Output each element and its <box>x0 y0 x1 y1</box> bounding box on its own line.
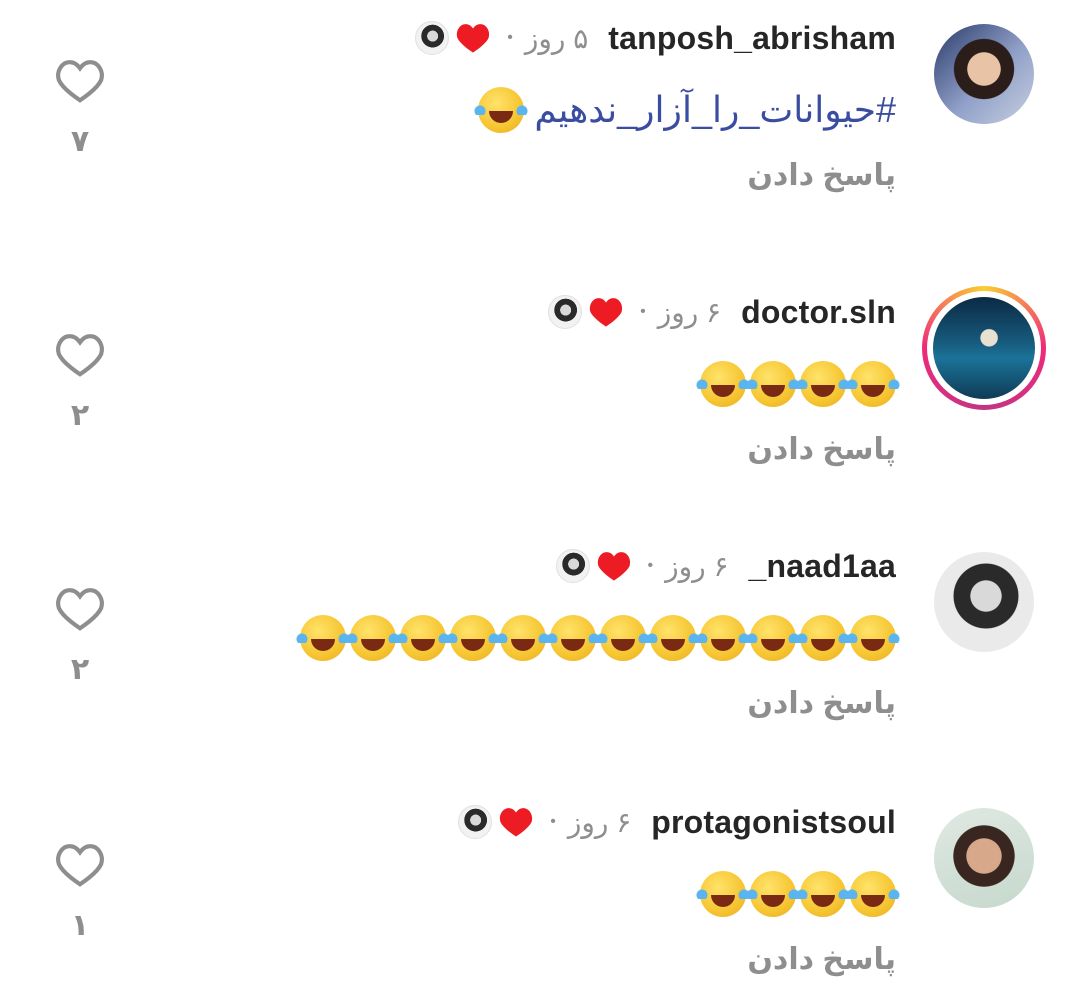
face-with-tears-of-joy-icon <box>296 615 350 661</box>
username[interactable]: tanposh_abrisham <box>608 20 896 57</box>
timestamp: ۶ روز <box>657 296 722 328</box>
heart-outline-icon[interactable] <box>54 58 106 104</box>
author-liked-badge <box>548 295 624 329</box>
separator-dot: • <box>647 557 654 574</box>
face-with-tears-of-joy-icon <box>796 871 850 917</box>
author-avatar <box>458 805 493 839</box>
reply-button[interactable]: پاسخ دادن <box>747 686 896 721</box>
username[interactable]: _naad1aa <box>749 548 896 585</box>
author-liked-badge <box>458 805 534 839</box>
avatar[interactable] <box>934 24 1034 124</box>
comment-meta: ۶ روز • <box>640 296 721 329</box>
heart-outline-icon[interactable] <box>54 586 106 632</box>
like-column: ۷ <box>52 58 108 159</box>
comment-item: _naad1aa ۶ روز • پاسخ دادن ۲ <box>0 528 1080 778</box>
comment-header: _naad1aa ۶ روز • <box>555 546 896 586</box>
comment-text <box>696 354 900 414</box>
comment-text: #حیوانات_را_آزار_ندهیم <box>474 80 896 140</box>
reply-button[interactable]: پاسخ دادن <box>747 942 896 977</box>
emoji-row <box>696 871 900 917</box>
like-column: ۲ <box>52 586 108 687</box>
like-count: ۲ <box>70 653 90 686</box>
comment-item: protagonistsoul ۶ روز • پاسخ دادن ۱ <box>0 784 1080 989</box>
face-with-tears-of-joy-icon <box>846 871 900 917</box>
comment-meta: ۶ روز • <box>550 806 631 839</box>
avatar-with-story-ring[interactable] <box>922 286 1046 410</box>
face-with-tears-of-joy-icon <box>846 615 900 661</box>
author-avatar <box>548 295 583 329</box>
username[interactable]: doctor.sln <box>741 294 896 331</box>
separator-dot: • <box>507 29 513 46</box>
face-with-tears-of-joy-icon <box>746 361 800 407</box>
avatar[interactable] <box>934 808 1034 908</box>
face-with-tears-of-joy-icon <box>846 361 900 407</box>
username[interactable]: protagonistsoul <box>651 804 896 841</box>
like-count: ۲ <box>70 399 90 432</box>
face-with-tears-of-joy-icon <box>646 615 700 661</box>
like-count: ۷ <box>70 125 90 158</box>
heart-outline-icon[interactable] <box>54 332 106 378</box>
emoji-row <box>696 361 900 407</box>
comment-item: tanposh_abrisham ۵ روز • #حیوانات_را_آزا… <box>0 0 1080 250</box>
comment-meta: ۵ روز • <box>507 22 588 55</box>
face-with-tears-of-joy-icon <box>696 361 750 407</box>
face-with-tears-of-joy-icon <box>796 361 850 407</box>
face-with-tears-of-joy-icon <box>696 871 750 917</box>
author-liked-badge <box>415 21 491 55</box>
red-heart-icon <box>500 808 533 837</box>
like-column: ۱ <box>52 842 108 943</box>
timestamp: ۶ روز <box>665 550 729 582</box>
comment-header: tanposh_abrisham ۵ روز • <box>415 18 896 58</box>
comment-meta: ۶ روز • <box>648 550 729 583</box>
face-with-tears-of-joy-icon <box>746 871 800 917</box>
separator-dot: • <box>550 813 556 830</box>
like-column: ۲ <box>52 332 108 433</box>
comment-text <box>296 608 900 668</box>
reply-button[interactable]: پاسخ دادن <box>747 432 896 467</box>
timestamp: ۶ روز <box>567 806 632 838</box>
face-with-tears-of-joy-icon <box>546 615 600 661</box>
heart-outline-icon[interactable] <box>54 842 106 888</box>
comment-text <box>696 864 900 924</box>
comment-header: doctor.sln ۶ روز • <box>548 292 896 332</box>
face-with-tears-of-joy-icon <box>596 615 650 661</box>
red-heart-icon <box>457 24 490 53</box>
author-liked-badge <box>555 549 632 583</box>
avatar[interactable] <box>934 552 1034 652</box>
face-with-tears-of-joy-icon <box>474 87 529 133</box>
hashtag-link[interactable]: #حیوانات_را_آزار_ندهیم <box>534 89 896 131</box>
author-avatar <box>555 549 590 583</box>
emoji-row <box>474 87 529 133</box>
author-avatar <box>415 21 450 55</box>
like-count: ۱ <box>70 909 90 942</box>
face-with-tears-of-joy-icon <box>746 615 800 661</box>
face-with-tears-of-joy-icon <box>346 615 400 661</box>
comment-header: protagonistsoul ۶ روز • <box>458 802 896 842</box>
face-with-tears-of-joy-icon <box>396 615 450 661</box>
reply-button[interactable]: پاسخ دادن <box>747 158 896 193</box>
face-with-tears-of-joy-icon <box>796 615 850 661</box>
avatar <box>933 297 1035 399</box>
face-with-tears-of-joy-icon <box>446 615 500 661</box>
separator-dot: • <box>640 303 646 320</box>
face-with-tears-of-joy-icon <box>696 615 750 661</box>
red-heart-icon <box>597 552 630 581</box>
timestamp: ۵ روز <box>524 22 589 54</box>
red-heart-icon <box>589 298 623 327</box>
face-with-tears-of-joy-icon <box>496 615 550 661</box>
emoji-row <box>296 615 900 661</box>
comment-item: doctor.sln ۶ روز • پاسخ دادن ۲ <box>0 274 1080 524</box>
